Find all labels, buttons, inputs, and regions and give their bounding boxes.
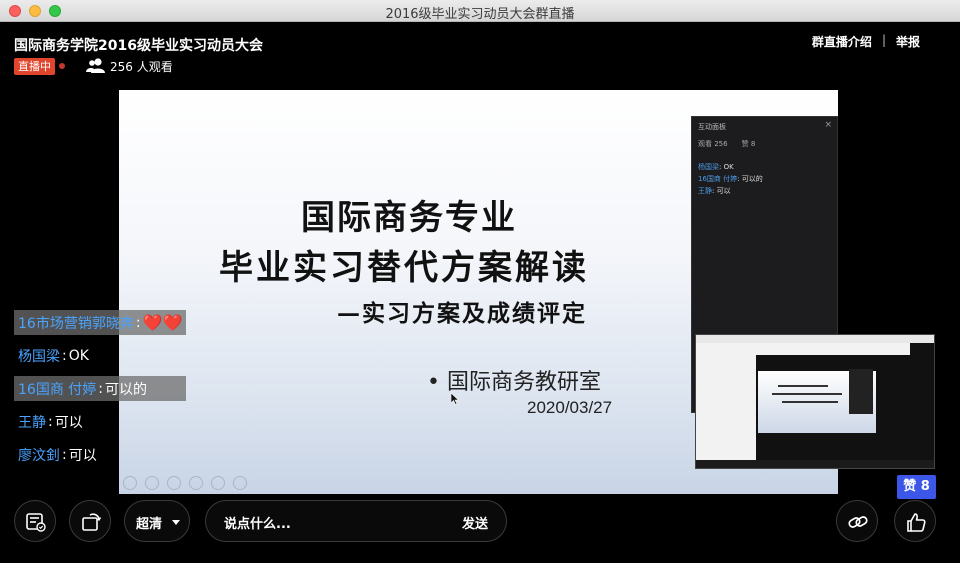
chat-author[interactable]: 杨国梁 (18, 346, 60, 366)
recording-dot (59, 63, 65, 69)
chat-message: 王静 : 可以 (18, 412, 83, 432)
panel-message: 16国商 付婷: 可以的 (698, 175, 763, 183)
quality-label: 超清 (136, 517, 163, 532)
chevron-down-icon (172, 520, 180, 525)
chat-text: ❤️❤️ (142, 313, 183, 332)
header-links: 群直播介绍 | 举报 (812, 33, 920, 50)
slide-bullet: • 国际商务教研室 (427, 370, 601, 395)
thumbnail-sidebar (910, 343, 934, 463)
send-button[interactable]: 发送 (462, 513, 488, 532)
chat-overlay: 16市场营销郭晓奔 : ❤️❤️ 杨国梁 : OK 16国商 付婷 : 可以的 … (14, 310, 187, 475)
chat-message: 16国商 付婷 : 可以的 (14, 376, 187, 401)
thumbnail-panel (849, 369, 873, 414)
panel-messages: 杨国梁: OK 16国商 付婷: 可以的 王静: 可以 (698, 161, 763, 197)
chat-text: 可以 (54, 414, 83, 431)
header-separator: | (881, 33, 886, 47)
rotate-icon (82, 513, 102, 531)
pen-icon[interactable] (167, 476, 181, 490)
link-button[interactable] (836, 500, 878, 542)
thumbnail-text-line (782, 401, 838, 403)
panel-stats: 观看 256 赞 8 (698, 139, 755, 149)
chat-message: 杨国梁 : OK (18, 346, 89, 366)
mouse-cursor-icon (451, 393, 459, 405)
chat-text: 可以的 (104, 381, 147, 398)
window-title: 2016级毕业实习动员大会群直播 (385, 7, 575, 22)
more-icon[interactable] (233, 476, 247, 490)
room-title: 国际商务学院2016级毕业实习动员大会 (14, 38, 263, 54)
chat-text: OK (68, 347, 89, 364)
chat-author[interactable]: 王静 (18, 412, 46, 432)
panel-title: 互动面板 (698, 123, 726, 131)
chat-text: 可以 (68, 447, 97, 464)
chat-author[interactable]: 廖汶釗 (18, 445, 60, 465)
thumbnail-taskbar (696, 460, 934, 468)
thumbnail-text-line (778, 385, 828, 387)
live-intro-link[interactable]: 群直播介绍 (812, 33, 872, 50)
slide-date: 2020/03/27 (527, 398, 613, 417)
notes-icon (26, 513, 46, 532)
like-button[interactable] (894, 500, 936, 542)
link-icon (848, 516, 868, 528)
thumbnail-text-line (772, 393, 842, 395)
prev-slide-icon[interactable] (123, 476, 137, 490)
rotate-screen-button[interactable] (69, 500, 111, 542)
slide-subtitle: —实习方案及成绩评定 (337, 300, 587, 327)
report-link[interactable]: 举报 (896, 33, 920, 50)
chat-author[interactable]: 16市场营销郭晓奔 (18, 313, 134, 333)
panel-message: 杨国梁: OK (698, 163, 734, 171)
chat-message: 廖汶釗 : 可以 (18, 445, 97, 465)
quality-select[interactable]: 超清 (124, 500, 190, 542)
zoom-icon[interactable] (211, 476, 225, 490)
panel-likes: 赞 8 (741, 140, 756, 148)
chat-author[interactable]: 16国商 付婷 (18, 379, 96, 399)
likes-count-badge: 赞 8 (897, 475, 936, 499)
message-input-placeholder: 说点什么... (224, 517, 291, 532)
screen-share-thumbnail[interactable] (695, 334, 935, 469)
slide-title-line1: 国际商务专业 (301, 198, 517, 238)
panel-close-icon[interactable]: × (824, 120, 832, 130)
next-slide-icon[interactable] (145, 476, 159, 490)
thumbnail-titlebar (696, 335, 934, 343)
notes-button[interactable] (14, 500, 56, 542)
viewer-count: 256 人观看 (110, 60, 173, 74)
message-input[interactable]: 说点什么... 发送 (205, 500, 507, 542)
slide-title-line2: 毕业实习替代方案解读 (219, 248, 589, 288)
panel-viewers: 观看 256 (698, 140, 728, 148)
live-status-badge: 直播中 (14, 58, 55, 75)
viewers-icon (86, 58, 105, 73)
grid-icon[interactable] (189, 476, 203, 490)
panel-message: 王静: 可以 (698, 187, 731, 195)
chat-message: 16市场营销郭晓奔 : ❤️❤️ (14, 310, 187, 335)
thumbs-up-icon (907, 513, 926, 532)
window-titlebar: 2016级毕业实习动员大会群直播 (0, 0, 960, 22)
slideshow-controls (123, 476, 247, 490)
